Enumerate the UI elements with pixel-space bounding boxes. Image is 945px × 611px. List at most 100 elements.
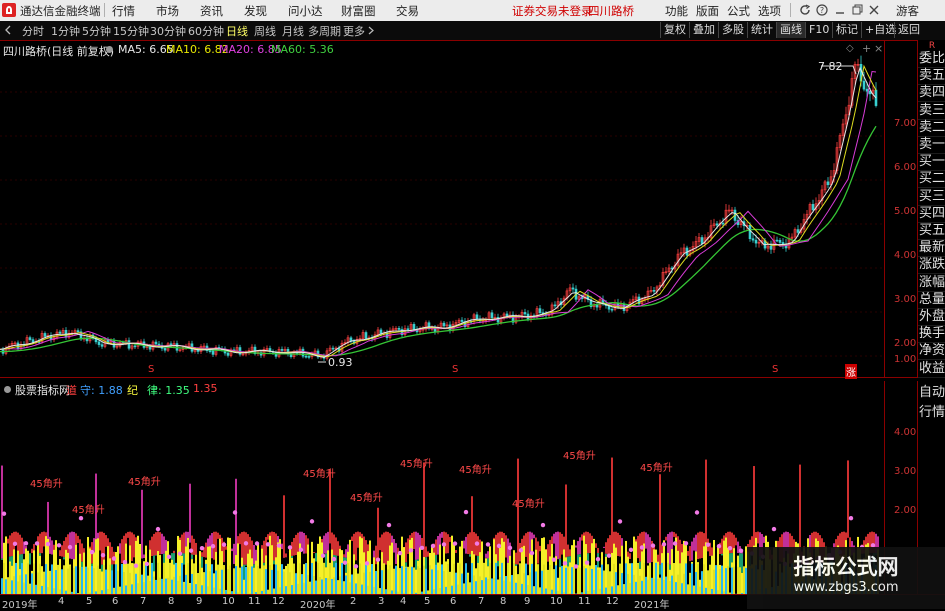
diamond-icon[interactable]: ◇ — [846, 43, 854, 54]
indicator-green-bar — [515, 564, 517, 566]
minimize-icon[interactable] — [834, 4, 846, 16]
settings-dot-icon[interactable] — [105, 45, 114, 54]
menu-market[interactable]: 市场 — [156, 3, 179, 19]
menu-quotes[interactable]: 行情 — [112, 3, 135, 19]
indicator-green-bar — [437, 555, 439, 563]
indicator-cyan-bar — [143, 582, 145, 594]
quote-field-14: 总量 — [918, 291, 945, 309]
menu-function[interactable]: 功能 — [665, 3, 688, 19]
indicator-yellow-bar — [593, 539, 595, 594]
indicator-cyan-bar — [519, 563, 521, 594]
statistics-button[interactable]: 统计 — [747, 22, 776, 38]
login-status[interactable]: 证券交易未登录 — [512, 3, 593, 19]
indicator-cyan-bar — [305, 563, 307, 594]
close-icon[interactable] — [868, 4, 880, 16]
period-tab-30min[interactable]: 30分钟 — [150, 23, 186, 39]
indicator-dot — [673, 541, 677, 545]
multi-stock-button[interactable]: 多股 — [718, 22, 747, 38]
indicator-cyan-bar — [435, 565, 437, 594]
indicator-green-bar — [23, 554, 25, 559]
indicator-cyan-bar — [539, 587, 541, 594]
period-tab-multi[interactable]: 多周期 — [308, 23, 341, 39]
period-tab-5min[interactable]: 5分钟 — [82, 23, 111, 39]
indicator-cyan-bar — [661, 563, 663, 594]
rise-label: 45角升 — [30, 475, 63, 490]
period-tab-weekly[interactable]: 周线 — [254, 23, 276, 39]
indicator-cyan-bar — [181, 563, 183, 594]
indicator-cyan-bar — [555, 565, 557, 594]
refresh-icon[interactable] — [799, 4, 811, 16]
indicator-cyan-bar — [189, 583, 191, 594]
menu-ask-xiaoda[interactable]: 问小达 — [288, 3, 323, 19]
indicator-cyan-bar — [147, 576, 149, 594]
indicator-cyan-bar — [271, 570, 273, 594]
adjust-button[interactable]: 复权 — [660, 22, 689, 38]
kline-chart[interactable]: 四川路桥(日线 前复权) MA5: 6.65 MA10: 6.82 MA20: … — [0, 40, 917, 378]
candle-body — [770, 246, 772, 249]
indicator-cyan-bar — [137, 583, 139, 594]
restore-icon[interactable] — [851, 4, 863, 16]
close-pane-icon[interactable]: × — [874, 42, 883, 55]
indicator-green-bar — [1, 559, 3, 560]
indicator-yellow-bar — [563, 549, 565, 594]
menu-discover[interactable]: 发现 — [244, 3, 267, 19]
settings-dot-icon[interactable] — [3, 385, 12, 394]
indicator-dot — [35, 541, 39, 545]
indicator-cyan-bar — [493, 578, 495, 594]
period-tab-daily[interactable]: 日线 — [226, 23, 248, 39]
indicator-cyan-bar — [531, 564, 533, 594]
period-tab-60min[interactable]: 60分钟 — [188, 23, 224, 39]
indicator-green-bar — [285, 557, 287, 566]
x-tick: 10 — [550, 596, 563, 607]
indicator-cyan-bar — [743, 566, 745, 594]
menu-options[interactable]: 选项 — [758, 3, 781, 19]
indicator-red-bar — [333, 534, 335, 555]
back-button[interactable]: 返回 — [894, 22, 923, 38]
period-tab-1min[interactable]: 1分钟 — [51, 23, 80, 39]
indicator-cyan-bar — [395, 566, 397, 594]
quote-button[interactable]: 行情 — [918, 403, 945, 423]
indicator-cyan-bar — [671, 576, 673, 594]
indicator-cyan-bar — [79, 567, 81, 594]
period-tab-monthly[interactable]: 月线 — [282, 23, 304, 39]
indicator-dot — [552, 557, 556, 561]
indicator-cyan-bar — [537, 564, 539, 594]
indicator-yellow-bar — [95, 539, 97, 594]
menu-news[interactable]: 资讯 — [200, 3, 223, 19]
period-tab-intraday[interactable]: 分时 — [22, 23, 44, 39]
indicator-green-bar — [31, 553, 33, 571]
period-tab-more[interactable]: 更多 — [343, 23, 365, 39]
menu-layout[interactable]: 版面 — [696, 3, 719, 19]
indicator-red-bar — [153, 534, 155, 556]
indicator-green-bar — [291, 556, 293, 558]
x-tick: 11 — [248, 596, 261, 607]
indicator-green-bar — [305, 554, 307, 564]
indicator-cyan-bar — [623, 584, 625, 594]
quote-field-15: 外盘 — [918, 308, 945, 326]
guest-button[interactable]: 游客 — [896, 3, 919, 19]
x-tick: 5 — [86, 596, 92, 607]
mark-button[interactable]: 标记 — [832, 22, 861, 38]
indicator-cyan-bar — [25, 574, 27, 594]
chevron-right-icon[interactable] — [367, 26, 375, 35]
help-icon[interactable]: ? — [816, 4, 828, 16]
overlay-button[interactable]: 叠加 — [689, 22, 718, 38]
indicator-cyan-bar — [269, 565, 271, 594]
menu-formula[interactable]: 公式 — [727, 3, 750, 19]
period-tab-15min[interactable]: 15分钟 — [113, 23, 149, 39]
indicator-green-bar — [559, 559, 561, 567]
indicator-dot — [585, 561, 589, 565]
toolbar-arrow-icon[interactable] — [4, 25, 14, 35]
menu-trade[interactable]: 交易 — [396, 3, 419, 19]
indicator-cyan-bar — [311, 563, 313, 594]
indicator-red-bar — [689, 546, 691, 561]
indicator-cyan-bar — [509, 582, 511, 594]
menu-wealth-circle[interactable]: 财富圈 — [341, 3, 376, 19]
indicator-yellow-bar — [267, 540, 269, 594]
draw-line-button[interactable]: 画线 — [776, 22, 805, 38]
candle-body — [752, 239, 754, 240]
f10-button[interactable]: F10 — [805, 22, 832, 38]
zoom-in-icon[interactable]: + — [862, 42, 871, 55]
auto-button[interactable]: 自动 — [918, 383, 945, 403]
indicator-green-bar — [19, 554, 21, 569]
